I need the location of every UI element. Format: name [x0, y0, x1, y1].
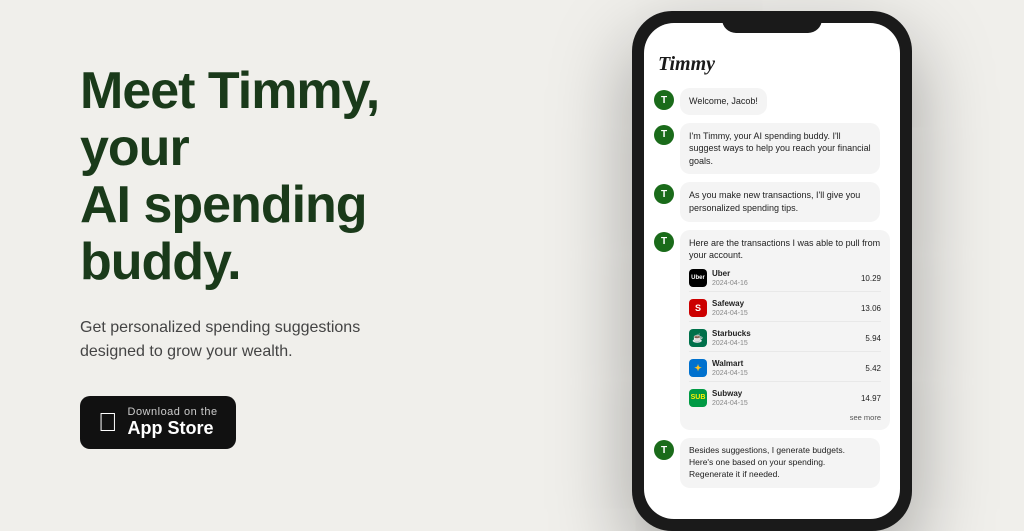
- chat-row-tips: T As you make new transactions, I'll giv…: [654, 182, 890, 221]
- chat-bubble-welcome: Welcome, Jacob!: [680, 88, 767, 115]
- screen-content: Timmy T Welcome, Jacob! T: [644, 23, 900, 519]
- transaction-list: Uber Uber 2024-04-16 10.29: [689, 266, 881, 411]
- transactions-bubble: Here are the transactions I was able to …: [680, 230, 890, 431]
- phone-frame: Timmy T Welcome, Jacob! T: [632, 11, 912, 531]
- app-store-btn-text: Download on the App Store: [128, 406, 218, 440]
- chat-row-bottom: T Besides suggestions, I generate budget…: [654, 438, 890, 488]
- phone-notch: [722, 11, 822, 33]
- chat-bubble-bottom: Besides suggestions, I generate budgets.…: [680, 438, 880, 488]
- chat-row-intro: T I'm Timmy, your AI spending buddy. I'l…: [654, 123, 890, 175]
- download-on-label: Download on the: [128, 406, 218, 418]
- subtitle: Get personalized spending suggestions de…: [80, 316, 420, 364]
- timmy-avatar-3: T: [654, 184, 674, 204]
- tx-info-subway: Subway 2024-04-15: [712, 388, 856, 409]
- chat-bubble-tips: As you make new transactions, I'll give …: [680, 182, 880, 221]
- table-row: ✦ Walmart 2024-04-15 5.42: [689, 356, 881, 382]
- right-panel: Timmy T Welcome, Jacob! T: [520, 0, 1024, 512]
- chat-row-transactions: T Here are the transactions I was able t…: [654, 230, 890, 431]
- see-more-link[interactable]: see more: [689, 411, 881, 424]
- tx-info-uber: Uber 2024-04-16: [712, 268, 856, 289]
- chat-bubble-intro: I'm Timmy, your AI spending buddy. I'll …: [680, 123, 880, 175]
- walmart-logo: ✦: [689, 359, 707, 377]
- starbucks-logo: ☕: [689, 329, 707, 347]
- left-panel: Meet Timmy, your AI spending buddy. Get …: [0, 3, 520, 509]
- tx-info-starbucks: Starbucks 2024-04-15: [712, 328, 860, 349]
- headline-line1: Meet Timmy, your: [80, 62, 379, 177]
- timmy-avatar-1: T: [654, 90, 674, 110]
- subway-logo: SUB: [689, 389, 707, 407]
- timmy-avatar-2: T: [654, 125, 674, 145]
- timmy-avatar-5: T: [654, 440, 674, 460]
- table-row: Uber Uber 2024-04-16 10.29: [689, 266, 881, 292]
- table-row: ☕ Starbucks 2024-04-15 5.94: [689, 326, 881, 352]
- store-name-label: App Store: [128, 418, 214, 440]
- timmy-avatar-4: T: [654, 232, 674, 252]
- table-row: S Safeway 2024-04-15 13.06: [689, 296, 881, 322]
- apple-icon: : [98, 409, 118, 435]
- headline-line2: AI spending buddy.: [80, 176, 367, 291]
- main-container: Meet Timmy, your AI spending buddy. Get …: [0, 0, 1024, 512]
- headline: Meet Timmy, your AI spending buddy.: [80, 63, 440, 292]
- safeway-logo: S: [689, 299, 707, 317]
- phone-wrapper: Timmy T Welcome, Jacob! T: [632, 11, 912, 531]
- tx-info-walmart: Walmart 2024-04-15: [712, 358, 860, 379]
- uber-logo: Uber: [689, 269, 707, 287]
- table-row: SUB Subway 2024-04-15 14.97: [689, 386, 881, 411]
- app-store-button[interactable]:  Download on the App Store: [80, 396, 236, 450]
- chat-area: T Welcome, Jacob! T I'm Timmy, your AI s…: [644, 82, 900, 519]
- phone-screen: Timmy T Welcome, Jacob! T: [644, 23, 900, 519]
- chat-row-welcome: T Welcome, Jacob!: [654, 88, 890, 115]
- tx-info-safeway: Safeway 2024-04-15: [712, 298, 856, 319]
